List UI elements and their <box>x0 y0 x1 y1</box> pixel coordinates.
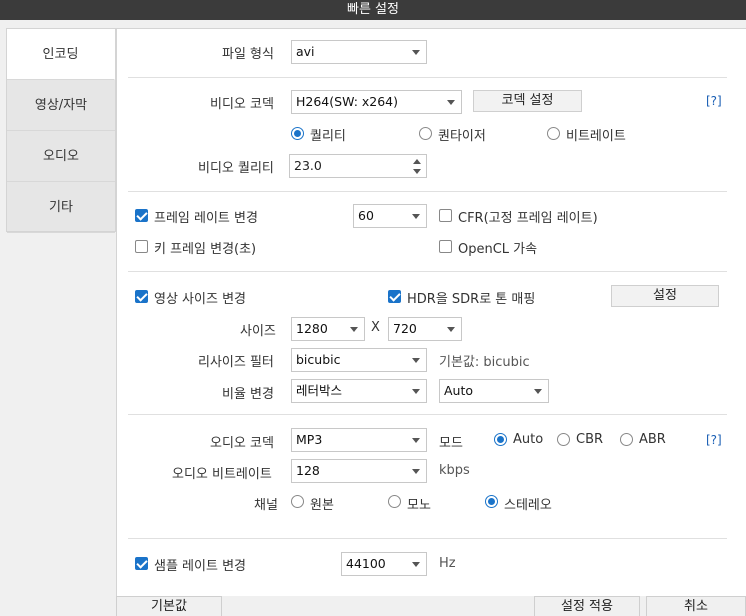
width-select[interactable]: 1280 <box>291 317 365 341</box>
channel-stereo-radio[interactable] <box>485 495 498 508</box>
chevron-down-icon <box>534 389 542 394</box>
video-quality-label: 비디오 퀄리티 <box>198 161 274 176</box>
chevron-down-icon <box>412 50 420 55</box>
samplerate-unit: Hz <box>439 556 456 571</box>
quality-radio[interactable] <box>291 127 304 140</box>
height-select[interactable]: 720 <box>388 317 462 341</box>
quantizer-radio[interactable] <box>419 127 432 140</box>
apply-settings-button[interactable]: 설정 적용 <box>534 596 640 616</box>
opencl-label: OpenCL 가속 <box>458 242 538 257</box>
channel-original-label: 원본 <box>310 498 334 513</box>
cancel-button[interactable]: 취소 <box>646 596 746 616</box>
channel-label: 채널 <box>254 498 278 513</box>
quality-radio-label: 퀄리티 <box>310 129 346 144</box>
default-button[interactable]: 기본값 <box>116 596 222 616</box>
divider <box>128 191 727 192</box>
chevron-down-icon <box>412 358 420 363</box>
audio-mode-label: 모드 <box>439 436 463 451</box>
keyframe-label: 키 프레임 변경(초) <box>154 242 257 257</box>
framerate-change-label: 프레임 레이트 변경 <box>154 211 258 226</box>
audio-mode-cbr-radio[interactable] <box>557 433 570 446</box>
chevron-down-icon <box>412 469 420 474</box>
chevron-down-icon <box>412 214 420 219</box>
hdr-tonemap-label: HDR을 SDR로 톤 매핑 <box>407 292 536 307</box>
video-help-link[interactable]: [?] <box>706 94 722 108</box>
resize-filter-select[interactable]: bicubic <box>291 348 427 372</box>
audio-mode-abr-label: ABR <box>639 432 666 447</box>
resize-filter-default-hint: 기본값: bicubic <box>439 355 530 370</box>
resize-filter-label: 리사이즈 필터 <box>198 355 274 370</box>
cfr-label: CFR(고정 프레임 레이트) <box>458 211 598 226</box>
divider <box>128 538 727 539</box>
chevron-down-icon <box>412 438 420 443</box>
video-codec-select[interactable]: H264(SW: x264) <box>291 90 462 114</box>
hdr-settings-button[interactable]: 설정 <box>611 285 719 307</box>
samplerate-select[interactable]: 44100 <box>341 552 427 576</box>
divider <box>128 77 727 78</box>
ratio-select[interactable]: 레터박스 <box>291 379 427 403</box>
audio-mode-auto-radio[interactable] <box>494 433 507 446</box>
size-change-checkbox[interactable] <box>135 290 148 303</box>
chevron-down-icon <box>447 100 455 105</box>
bitrate-radio-label: 비트레이트 <box>566 129 626 144</box>
bitrate-radio[interactable] <box>547 127 560 140</box>
audio-bitrate-unit: kbps <box>439 463 470 478</box>
channel-original-radio[interactable] <box>291 495 304 508</box>
sidebar-item-video-subtitle[interactable]: 영상/자막 <box>7 80 115 131</box>
channel-mono-label: 모노 <box>407 498 431 513</box>
size-change-label: 영상 사이즈 변경 <box>154 292 246 307</box>
divider <box>128 271 727 272</box>
ratio-label: 비율 변경 <box>222 387 274 402</box>
audio-codec-select[interactable]: MP3 <box>291 428 427 452</box>
video-codec-label: 비디오 코덱 <box>210 97 274 112</box>
opencl-checkbox[interactable] <box>439 240 452 253</box>
video-quality-spinner[interactable]: 23.0 <box>289 154 427 178</box>
file-format-label: 파일 형식 <box>222 47 274 62</box>
audio-help-link[interactable]: [?] <box>706 433 722 447</box>
samplerate-change-label: 샘플 레이트 변경 <box>154 559 246 574</box>
file-format-select[interactable]: avi <box>291 40 427 64</box>
audio-mode-cbr-label: CBR <box>576 432 604 447</box>
cfr-checkbox[interactable] <box>439 209 452 222</box>
size-x-label: X <box>371 320 380 335</box>
divider <box>128 414 727 415</box>
size-label: 사이즈 <box>240 324 276 339</box>
audio-codec-label: 오디오 코덱 <box>210 436 274 451</box>
window-title: 빠른 설정 <box>0 0 746 20</box>
audio-mode-abr-radio[interactable] <box>620 433 633 446</box>
chevron-down-icon <box>412 562 420 567</box>
codec-settings-button[interactable]: 코덱 설정 <box>473 90 582 112</box>
sidebar-item-audio[interactable]: 오디오 <box>7 131 115 182</box>
chevron-down-icon <box>412 389 420 394</box>
spin-up-icon <box>413 159 421 164</box>
sidebar-item-other[interactable]: 기타 <box>7 182 115 233</box>
quantizer-radio-label: 퀀타이저 <box>438 129 486 144</box>
spin-down-icon <box>413 169 421 174</box>
sidebar: 인코딩 영상/자막 오디오 기타 <box>6 28 116 233</box>
channel-stereo-label: 스테레오 <box>504 498 552 513</box>
samplerate-change-checkbox[interactable] <box>135 557 148 570</box>
keyframe-checkbox[interactable] <box>135 240 148 253</box>
ratio-mode-select[interactable]: Auto <box>439 379 549 403</box>
audio-mode-auto-label: Auto <box>513 432 544 447</box>
channel-mono-radio[interactable] <box>388 495 401 508</box>
audio-bitrate-select[interactable]: 128 <box>291 459 427 483</box>
sidebar-item-encoding[interactable]: 인코딩 <box>7 29 115 80</box>
chevron-down-icon <box>350 327 358 332</box>
framerate-select[interactable]: 60 <box>353 204 427 228</box>
framerate-change-checkbox[interactable] <box>135 209 148 222</box>
hdr-tonemap-checkbox[interactable] <box>388 290 401 303</box>
audio-bitrate-label: 오디오 비트레이트 <box>172 467 272 482</box>
chevron-down-icon <box>447 327 455 332</box>
